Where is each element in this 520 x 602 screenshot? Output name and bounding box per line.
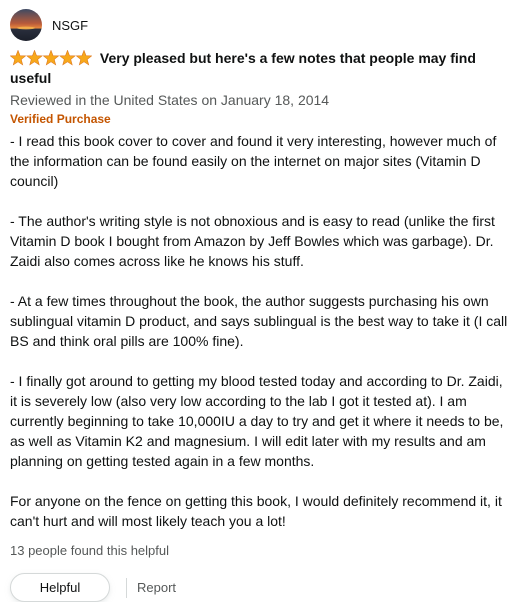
verified-purchase-badge[interactable]: Verified Purchase: [10, 111, 510, 127]
review-paragraph: For anyone on the fence on getting this …: [10, 493, 502, 529]
review-paragraph: - I read this book cover to cover and fo…: [10, 133, 497, 189]
review-date: Reviewed in the United States on January…: [10, 92, 330, 108]
review-actions: Helpful Report: [10, 573, 510, 602]
review-paragraph: - At a few times throughout the book, th…: [10, 293, 508, 349]
reviewer-name[interactable]: NSGF: [52, 18, 88, 33]
sunset-avatar-icon[interactable]: [10, 9, 42, 41]
helpful-count: 13 people found this helpful: [10, 543, 170, 558]
star-icon: [10, 50, 27, 66]
star-icon: [26, 50, 43, 66]
review-paragraph: - I finally got around to getting my blo…: [10, 373, 504, 469]
star-icon: [75, 50, 92, 66]
star-icon: [42, 50, 60, 66]
helpful-button[interactable]: Helpful: [10, 573, 110, 602]
star-rating[interactable]: [10, 50, 92, 66]
review-title-row: Very pleased but here's a few notes that…: [10, 48, 510, 88]
reviewer-profile[interactable]: NSGF: [10, 8, 510, 42]
review-body: - I read this book cover to cover and fo…: [10, 131, 510, 531]
review-paragraph: - The author's writing style is not obno…: [10, 213, 495, 269]
report-link[interactable]: Report: [137, 580, 176, 595]
action-divider: [126, 577, 127, 598]
customer-review: NSGF Very pleased but here's a few notes…: [0, 0, 520, 602]
star-icon: [59, 50, 76, 66]
